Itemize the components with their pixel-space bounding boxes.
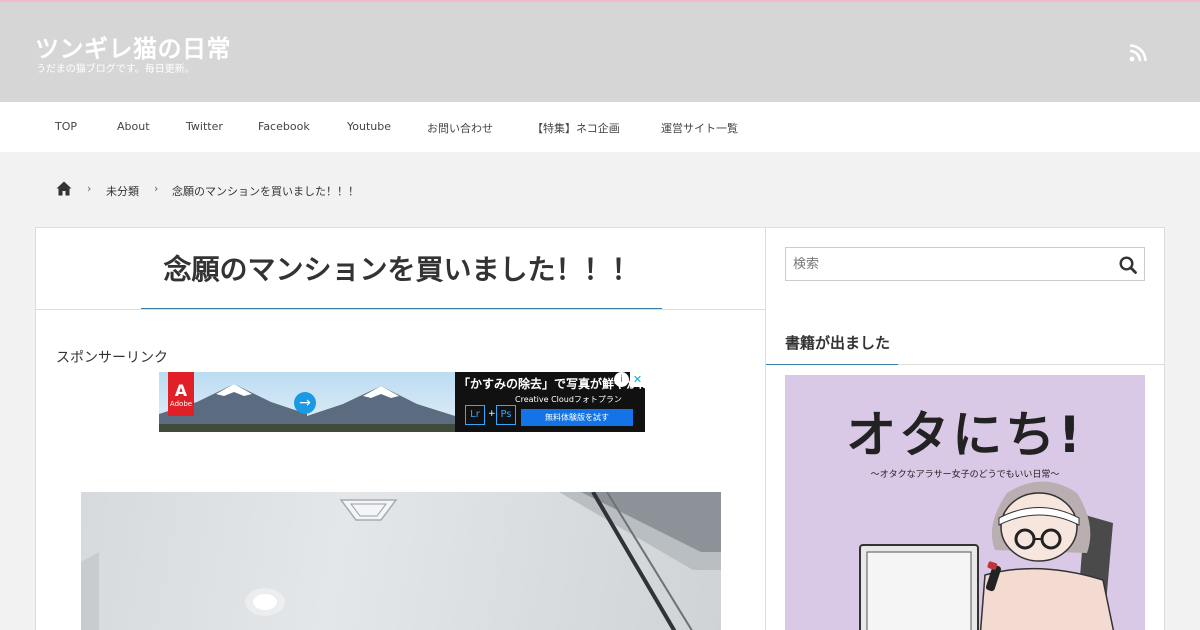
rss-icon[interactable] xyxy=(1129,44,1147,62)
widget-accent-line xyxy=(766,364,898,365)
ad-banner[interactable]: A Adobe → 「かすみの除去」で写真が鮮やかに Creative Clou… xyxy=(159,372,645,432)
nav-item-youtube[interactable]: Youtube xyxy=(347,120,391,133)
site-header: ツンギレ猫の日常 うだまの猫ブログです。毎日更新。 xyxy=(0,0,1200,102)
post-title: 念願のマンションを買いました！！！ xyxy=(163,253,640,286)
breadcrumb-category[interactable]: 未分類 xyxy=(106,183,139,199)
breadcrumb: › 未分類 › 念願のマンションを買いました！！！ xyxy=(0,178,1200,202)
site-title[interactable]: ツンギレ猫の日常 xyxy=(35,29,231,64)
sidebar: 書籍が出ました オタにち! 〜オタクなアラサー女子のどうでもいい日常〜 xyxy=(765,227,1165,630)
nav-item-sites[interactable]: 運営サイト一覧 xyxy=(661,120,738,136)
nav-item-top[interactable]: TOP xyxy=(55,120,77,133)
post-article: 念願のマンションを買いました！！！ スポンサーリンク A Adobe → 「かす… xyxy=(35,227,766,630)
chevron-right-icon: › xyxy=(87,182,92,195)
book-cover[interactable]: オタにち! 〜オタクなアラサー女子のどうでもいい日常〜 xyxy=(785,375,1145,630)
main-nav: TOP About Twitter Facebook Youtube お問い合わ… xyxy=(0,102,1200,152)
ad-subline: Creative Cloudフォトプラン xyxy=(515,395,622,404)
nav-item-contact[interactable]: お問い合わせ xyxy=(427,120,493,136)
book-illustration xyxy=(859,481,1115,630)
nav-item-facebook[interactable]: Facebook xyxy=(258,120,310,133)
post-photo xyxy=(81,492,721,630)
ad-info-icon[interactable]: i xyxy=(614,372,629,387)
ad-cta-button[interactable]: 無料体験版を試す xyxy=(521,409,633,426)
nav-item-twitter[interactable]: Twitter xyxy=(186,120,223,133)
widget-title: 書籍が出ました xyxy=(785,334,891,352)
nav-item-about[interactable]: About xyxy=(117,120,150,133)
search-input[interactable] xyxy=(786,248,1106,280)
home-icon[interactable] xyxy=(56,181,72,196)
nav-item-feature[interactable]: 【特集】ネコ企画 xyxy=(532,120,620,136)
chevron-right-icon: › xyxy=(154,182,159,195)
lightroom-icon: Lr xyxy=(465,405,485,425)
ad-mountain-image[interactable]: A Adobe → xyxy=(159,372,455,432)
search-icon[interactable] xyxy=(1119,256,1137,274)
title-divider xyxy=(36,309,765,310)
search-box xyxy=(785,247,1145,281)
arrow-right-icon[interactable]: → xyxy=(294,392,316,414)
photoshop-icon: Ps xyxy=(496,405,516,425)
site-description: うだまの猫ブログです。毎日更新。 xyxy=(36,64,195,75)
adobe-logo: A Adobe xyxy=(168,372,194,416)
ad-close-icon[interactable]: ✕ xyxy=(630,372,645,387)
ceiling-photo xyxy=(81,492,721,630)
ad-plus: + xyxy=(488,409,496,419)
widget-divider xyxy=(898,364,1164,365)
sponsor-label: スポンサーリンク xyxy=(56,350,168,366)
breadcrumb-current: 念願のマンションを買いました！！！ xyxy=(172,185,359,198)
